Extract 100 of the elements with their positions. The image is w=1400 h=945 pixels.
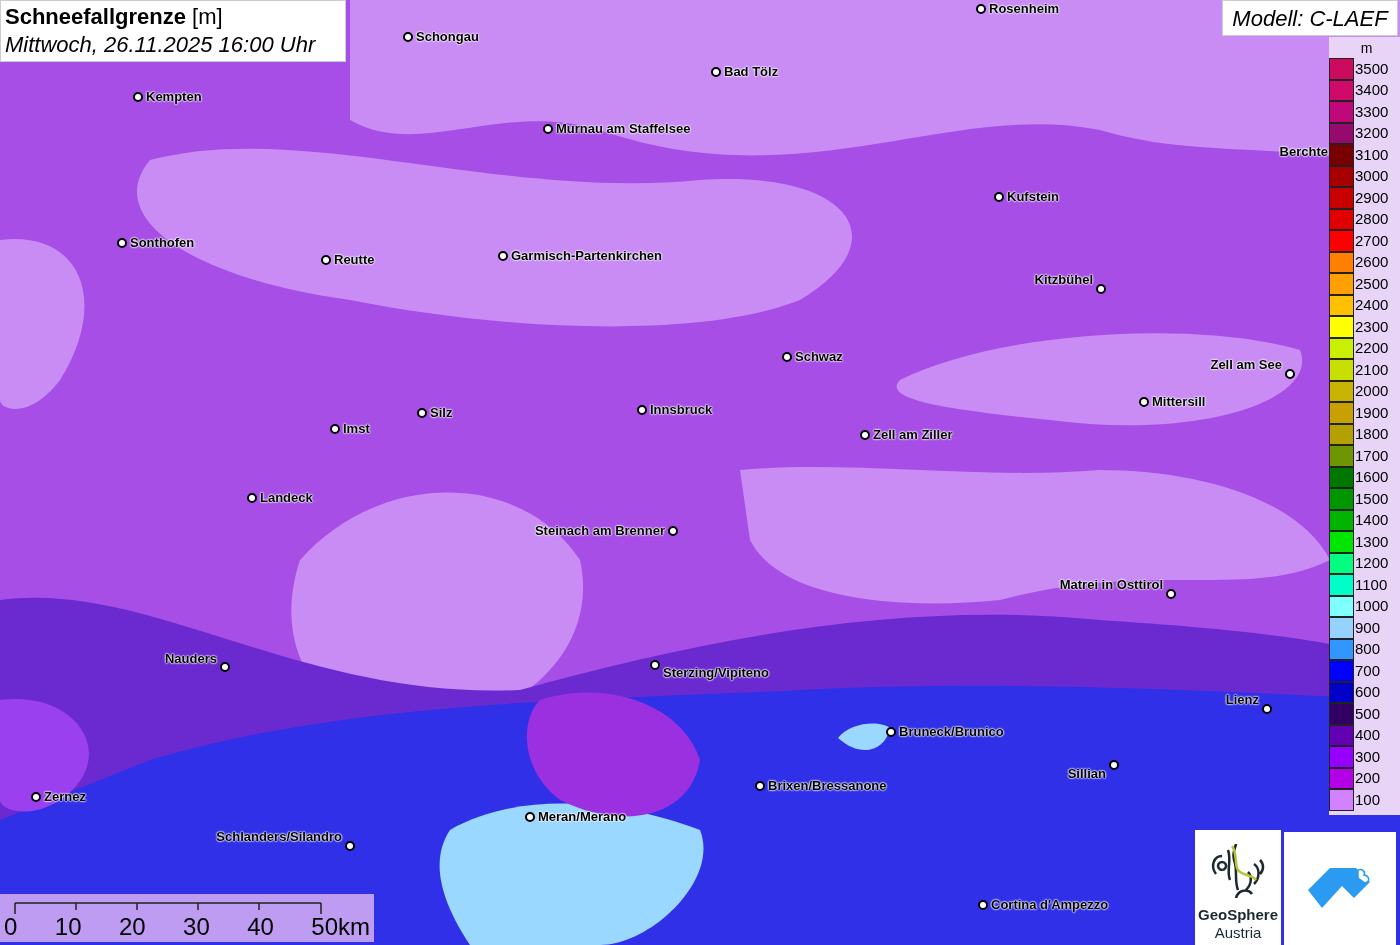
city-label: Sonthofen	[130, 235, 195, 251]
legend-value: 2600	[1354, 252, 1389, 273]
legend-value: 1100	[1354, 574, 1388, 595]
city-label: Meran/Merano	[538, 809, 627, 825]
city-marker-icon	[1262, 704, 1272, 714]
legend-value: 1500	[1354, 488, 1389, 509]
legend-value: 1900	[1354, 402, 1389, 423]
city-label: Lienz	[1225, 692, 1259, 708]
city-marker-icon	[525, 812, 535, 822]
legend-value: 1200	[1354, 553, 1389, 574]
legend-value: 3100	[1354, 144, 1389, 165]
legend-value: 1700	[1354, 445, 1389, 466]
legend-unit: m	[1359, 39, 1373, 58]
scale-label: 10	[54, 914, 82, 940]
city-marker-icon	[782, 352, 792, 362]
legend-value: 200	[1354, 768, 1381, 789]
legend-value: 2300	[1354, 316, 1389, 337]
scale-label: 30	[183, 914, 210, 940]
city-marker-icon	[637, 405, 647, 415]
city-label: Innsbruck	[650, 402, 713, 418]
city-marker-icon	[330, 424, 340, 434]
logo-text: GeoSphere	[1198, 906, 1278, 924]
legend-value: 400	[1354, 725, 1381, 746]
city-marker-icon	[403, 32, 413, 42]
legend-value: 1000	[1354, 596, 1389, 617]
city-marker-icon	[886, 727, 896, 737]
legend-value: 2900	[1354, 187, 1389, 208]
logo-text: Austria	[1214, 924, 1262, 942]
city-marker-icon	[650, 660, 660, 670]
city-label: Kempten	[146, 89, 202, 105]
city-label: Silz	[430, 405, 453, 421]
city-marker-icon	[345, 841, 355, 851]
scale-label: 50km	[311, 914, 370, 940]
legend-value: 2100	[1354, 359, 1389, 380]
legend-value: 1400	[1354, 510, 1389, 531]
legend-value: 3200	[1354, 123, 1389, 144]
city-marker-icon	[498, 251, 508, 261]
legend-value: 500	[1354, 703, 1381, 724]
city-label: Kitzbühel	[1034, 272, 1093, 288]
city-label: Sillian	[1067, 766, 1106, 782]
city-label: Zell am See	[1210, 357, 1282, 373]
legend-value: 900	[1354, 617, 1381, 638]
city-marker-icon	[1166, 589, 1176, 599]
legend-value: 1800	[1354, 424, 1389, 445]
city-marker-icon	[994, 192, 1004, 202]
legend-value: 1600	[1354, 467, 1389, 488]
scale-label: 20	[118, 914, 146, 940]
legend-value: 3400	[1354, 80, 1389, 101]
legend-value: 2200	[1354, 338, 1389, 359]
city-label: Rosenheim	[989, 1, 1060, 17]
city-label: Bad Tölz	[724, 64, 779, 80]
city-marker-icon	[133, 92, 143, 102]
city-marker-icon	[1285, 369, 1295, 379]
city-marker-icon	[1139, 397, 1149, 407]
city-marker-icon	[978, 900, 988, 910]
legend-value: 2500	[1354, 273, 1389, 294]
city-label: Schlanders/Silandro	[216, 829, 342, 845]
city-label: Cortina d'Ampezzo	[991, 897, 1109, 913]
legend-value: 1300	[1354, 531, 1389, 552]
city-marker-icon	[1096, 284, 1106, 294]
city-label: Brixen/Bressanone	[768, 778, 887, 794]
city-label: Sterzing/Vipiteno	[663, 665, 769, 681]
legend-value: 3000	[1354, 166, 1389, 187]
legend-value: 600	[1354, 682, 1381, 703]
city-marker-icon	[860, 430, 870, 440]
city-label: Kufstein	[1007, 189, 1059, 205]
city-label: Schongau	[416, 29, 479, 45]
city-marker-icon	[755, 781, 765, 791]
legend-value: 2000	[1354, 381, 1389, 402]
legend-value: 700	[1354, 660, 1381, 681]
city-marker-icon	[220, 662, 230, 672]
city-label: Imst	[343, 421, 370, 437]
city-label: Mittersill	[1152, 394, 1206, 410]
city-marker-icon	[543, 124, 553, 134]
city-label: Landeck	[260, 490, 313, 506]
legend-value: 2800	[1354, 209, 1389, 230]
legend-value: 800	[1354, 639, 1381, 660]
city-label: Steinach am Brenner	[534, 523, 665, 539]
legend-value: 3300	[1354, 101, 1389, 122]
city-marker-icon	[1109, 760, 1119, 770]
city-label: Murnau am Staffelsee	[556, 121, 691, 137]
legend-value: 3500	[1354, 58, 1389, 79]
scale-label: 0	[4, 914, 18, 940]
city-label: Zell am Ziller	[873, 427, 953, 443]
legend-value: 300	[1354, 746, 1381, 767]
city-marker-icon	[117, 238, 127, 248]
legend-value: 2700	[1354, 230, 1389, 251]
scale-label: 40	[247, 914, 274, 940]
forecast-datetime: Mittwoch, 26.11.2025 16:00 Uhr	[5, 31, 317, 59]
map-title: Schneefallgrenze [m]	[5, 3, 224, 31]
city-label: Nauders	[164, 651, 217, 667]
city-marker-icon	[711, 67, 721, 77]
city-marker-icon	[976, 4, 986, 14]
city-marker-icon	[247, 493, 257, 503]
legend-value: 100	[1354, 789, 1381, 810]
legend-value: 2400	[1354, 295, 1389, 316]
city-label: Berchte	[1279, 144, 1328, 160]
city-marker-icon	[31, 792, 41, 802]
city-marker-icon	[417, 408, 427, 418]
city-label: Matrei in Osttirol	[1059, 577, 1163, 593]
